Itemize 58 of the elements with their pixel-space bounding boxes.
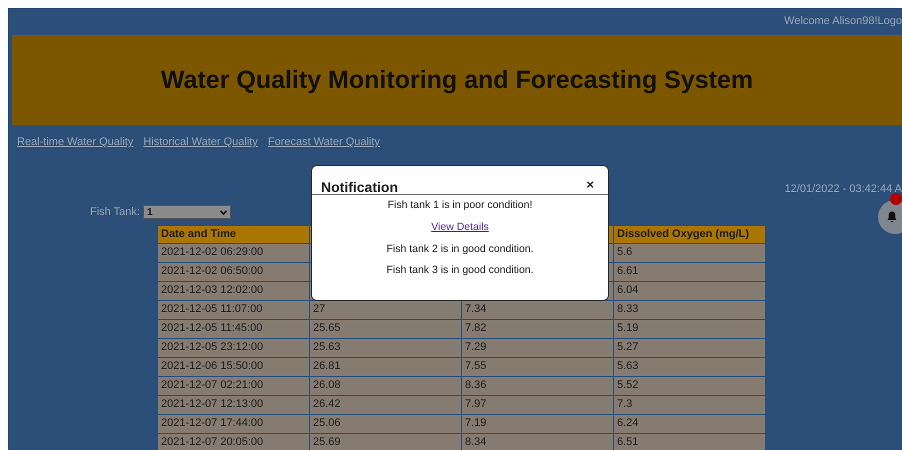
table-cell: 25.69 — [310, 433, 462, 450]
datetime-text: 12/01/2022 - 03:42:44 A — [784, 182, 902, 196]
table-cell: 25.06 — [310, 414, 462, 433]
page-title: Water Quality Monitoring and Forecasting System — [160, 65, 754, 95]
table-cell: 2021-12-03 12:02:00 — [158, 281, 310, 300]
table-cell: 7.19 — [462, 414, 614, 433]
notification-button[interactable] — [878, 200, 902, 234]
nav-link[interactable]: Real-time Water Quality — [17, 134, 134, 150]
table-cell: 2021-12-07 12:13:00 — [158, 395, 310, 414]
table-cell: 2021-12-07 02:21:00 — [158, 376, 310, 395]
table-cell: 2021-12-02 06:29:00 — [158, 243, 310, 262]
table-cell: 7.55 — [462, 357, 614, 376]
table-cell: 25.63 — [310, 338, 462, 357]
table-cell: 5.63 — [614, 357, 766, 376]
table-cell: 5.6 — [614, 243, 766, 262]
notification-message: Fish tank 3 is in good condition. — [386, 263, 534, 278]
dialog-title: Notification — [321, 178, 398, 194]
column-header: Dissolved Oxygen (mg/L) — [614, 225, 766, 243]
table-cell: 2021-12-07 17:44:00 — [158, 414, 310, 433]
table-cell: 5.27 — [614, 338, 766, 357]
fish-tank-select[interactable]: 1 — [142, 205, 231, 220]
table-cell: 7.34 — [462, 300, 614, 319]
table-cell: 8.33 — [614, 300, 766, 319]
table-cell: 26.42 — [310, 395, 462, 414]
table-cell: 2021-12-05 11:45:00 — [158, 319, 310, 338]
nav-link[interactable]: Historical Water Quality — [143, 134, 258, 150]
column-header: Date and Time — [158, 225, 310, 243]
table-cell: 2021-12-05 11:07:00 — [158, 300, 310, 319]
table-cell: 8.34 — [462, 433, 614, 450]
table-cell: 5.19 — [614, 319, 766, 338]
table-cell: 2021-12-06 15:50:00 — [158, 357, 310, 376]
view-details-link[interactable]: View Details — [431, 220, 489, 236]
close-button[interactable]: × — [586, 177, 594, 191]
welcome-text: Welcome Alison98! — [784, 14, 878, 30]
table-cell: 6.24 — [614, 414, 766, 433]
table-cell: 2021-12-07 20:05:00 — [158, 433, 310, 450]
table-cell: 6.51 — [614, 433, 766, 450]
table-cell: 8.36 — [462, 376, 614, 395]
table-cell: 6.04 — [614, 281, 766, 300]
nav-link[interactable]: Forecast Water Quality — [268, 134, 380, 150]
bell-icon — [887, 211, 897, 223]
table-cell: 6.61 — [614, 262, 766, 281]
notification-message: Fish tank 1 is in poor condition! — [388, 198, 532, 213]
chevron-icon — [220, 210, 227, 215]
table-cell: 7.3 — [614, 395, 766, 414]
table-cell: 7.82 — [462, 319, 614, 338]
filter-label: Fish Tank: — [90, 205, 140, 220]
table-cell: 25.65 — [310, 319, 462, 338]
table-cell: 7.97 — [462, 395, 614, 414]
table-cell: 7.29 — [462, 338, 614, 357]
table-cell: 5.52 — [614, 376, 766, 395]
table-cell: 2021-12-02 06:50:00 — [158, 262, 310, 281]
table-cell: 26.81 — [310, 357, 462, 376]
logout-link[interactable]: Logo — [878, 13, 902, 30]
table-cell: 26.08 — [310, 376, 462, 395]
table-cell: 2021-12-05 23:12:00 — [158, 338, 310, 357]
notification-message: Fish tank 2 is in good condition. — [386, 242, 534, 256]
table-cell: 27 — [310, 300, 462, 319]
